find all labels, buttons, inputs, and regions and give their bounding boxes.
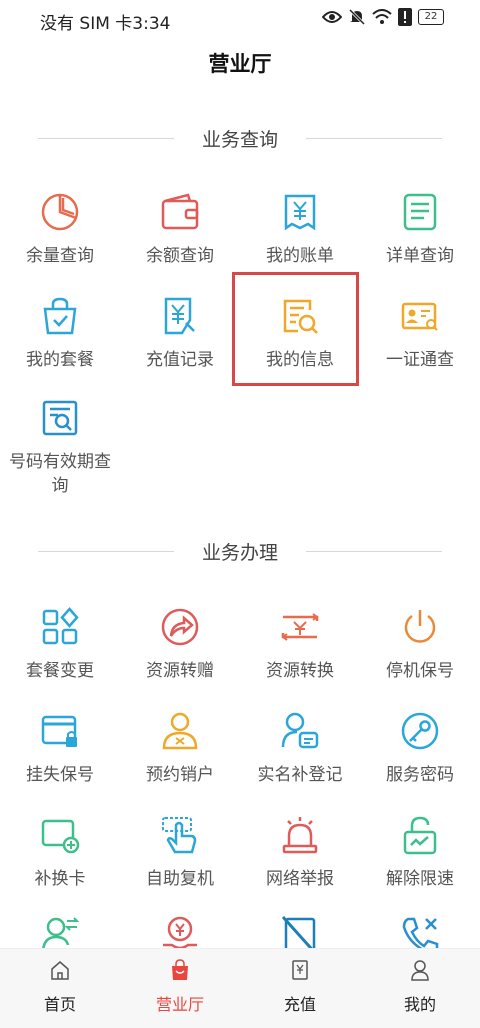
document-list-icon [403,193,437,231]
wallet-icon [161,193,199,230]
tab-label: 我的 [403,995,436,1014]
section-header-query: 业务查询 [38,123,443,153]
alert-icon [398,8,412,26]
grid-item-report-loss[interactable]: 挂失保号 [0,711,120,811]
tab-recharge[interactable]: 充值 [240,949,360,1028]
grid-item-validity-query[interactable]: 号码有效期查询 [0,398,120,498]
grid-item-realname-register[interactable]: 实名补登记 [240,711,360,811]
user-icon [411,960,429,981]
card-add-icon [41,819,80,854]
grid-item-label: 余量查询 [26,246,94,266]
grid-item-label: 资源转换 [266,661,334,681]
page-title: 营业厅 [208,52,272,76]
highlight-box [232,272,359,386]
status-text: 没有 SIM 卡3:34 [40,14,171,34]
mute-icon [348,8,366,26]
tab-label: 首页 [43,995,76,1014]
grid-item-label: 网络举报 [266,869,334,889]
shopping-bag-icon [172,959,188,980]
grid-item-recharge-record[interactable]: 充值记录 [120,296,240,396]
apps-icon [42,607,79,645]
shopping-bag-icon [43,297,77,335]
status-icons: 22 [322,8,444,26]
grid-item-id-check[interactable]: 一证通查 [360,296,480,396]
grid-item-network-report[interactable]: 网络举报 [240,815,360,915]
grid-item-package-change[interactable]: 套餐变更 [0,607,120,707]
share-arrow-icon [161,608,199,646]
grid-item-remove-limit[interactable]: 解除限速 [360,815,480,915]
grid-item-service-password[interactable]: 服务密码 [360,711,480,811]
exchange-icon [281,613,319,641]
grid-item-resource-gift[interactable]: 资源转赠 [120,607,240,707]
divider [38,137,174,139]
wifi-icon [372,9,392,24]
card-lock-icon [41,715,77,747]
grid-item-label: 服务密码 [386,765,454,785]
grid-item-label: 实名补登记 [257,765,343,785]
grid-item-label: 我的套餐 [26,350,94,370]
grid-item-detail-query[interactable]: 详单查询 [360,192,480,292]
tab-label: 营业厅 [155,995,204,1014]
siren-icon [282,817,318,854]
recharge-record-icon [164,297,195,335]
tab-business-hall[interactable]: 营业厅 [120,949,240,1028]
section-title-query: 业务查询 [202,128,279,151]
grid-item-replace-card[interactable]: 补换卡 [0,815,120,915]
pie-chart-icon [41,193,79,231]
grid-item-label: 套餐变更 [26,661,94,681]
grid-item-balance-query[interactable]: 余额查询 [120,192,240,292]
grid-item-remaining-query[interactable]: 余量查询 [0,192,120,292]
grid-item-my-package[interactable]: 我的套餐 [0,296,120,396]
divider [306,137,443,139]
home-icon [51,961,69,980]
divider [38,550,174,552]
tab-label: 充值 [283,995,316,1014]
grid-item-self-reactivate[interactable]: 自助复机 [120,815,240,915]
grid-item-resource-convert[interactable]: 资源转换 [240,607,360,707]
status-bar: 没有 SIM 卡3:34 22 [0,0,480,38]
recharge-icon [292,960,308,980]
grid-item-label: 停机保号 [386,661,454,681]
user-card-icon [281,712,319,749]
battery-icon: 22 [418,9,444,25]
grid-item-label: 资源转赠 [146,661,214,681]
grid-item-label: 充值记录 [146,350,214,370]
grid-item-label: 预约销户 [146,765,214,785]
section-header-handle: 业务办理 [38,536,443,566]
tap-hand-icon [162,817,197,854]
key-icon [401,712,439,750]
unlock-icon [403,816,437,855]
bill-icon [284,194,316,231]
eye-icon [322,11,342,23]
battery-level: 22 [424,11,438,22]
grid-item-label: 余额查询 [146,246,214,266]
grid-item-label: 详单查询 [386,246,454,266]
tab-home[interactable]: 首页 [0,949,120,1028]
grid-item-label: 解除限速 [386,869,454,889]
grid-item-label: 补换卡 [34,869,86,889]
divider [306,550,443,552]
grid-item-label: 我的账单 [266,246,334,266]
grid-item-label: 挂失保号 [26,765,94,785]
grid-item-suspend-keep[interactable]: 停机保号 [360,607,480,707]
bottom-tab-bar: 首页 营业厅 充值 我的 [0,948,480,1028]
power-icon [404,610,436,643]
grid-item-label: 一证通查 [386,350,454,370]
grid-item-label: 自助复机 [146,869,214,889]
section-title-handle: 业务办理 [202,541,279,564]
id-card-search-icon [401,302,438,331]
tab-mine[interactable]: 我的 [360,949,480,1028]
user-cancel-icon [162,712,198,750]
grid-item-label: 号码有效期查询 [9,452,111,496]
grid-item-reserve-cancel[interactable]: 预约销户 [120,711,240,811]
document-search-icon [42,400,78,436]
